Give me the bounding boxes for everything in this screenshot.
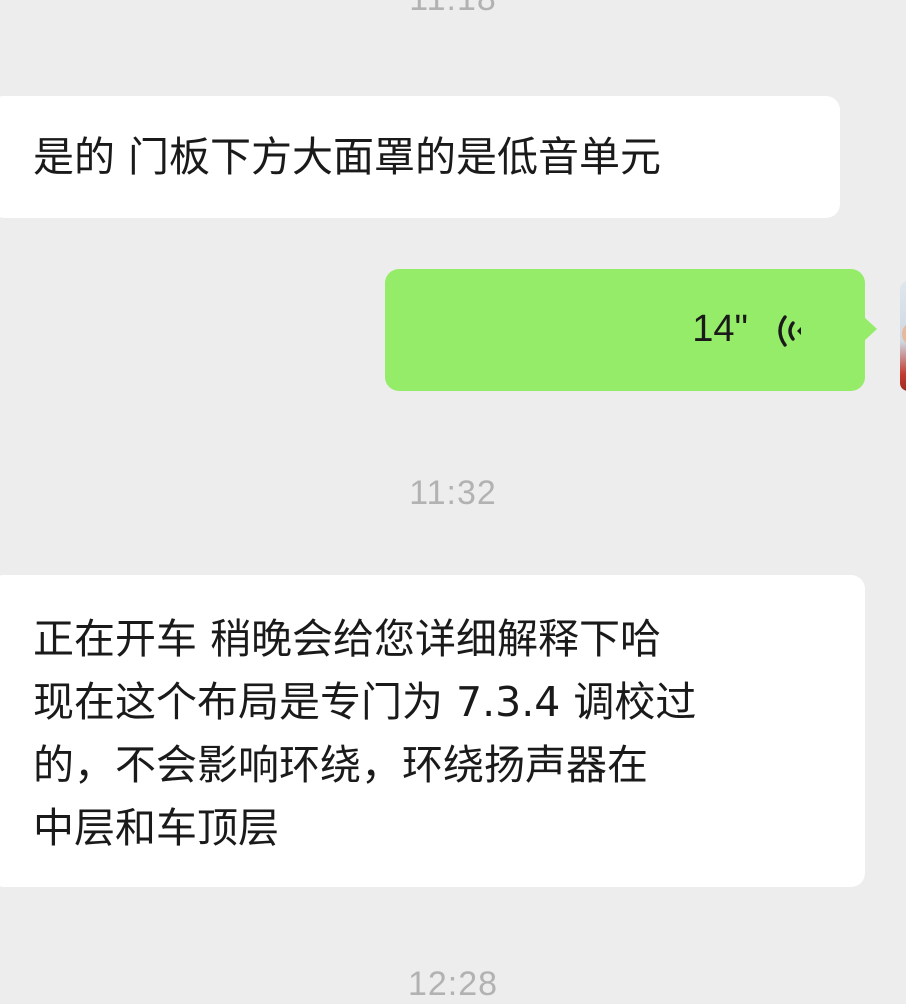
outgoing-voice-message[interactable]: 14" [385,269,877,391]
voice-wave-icon [771,311,811,351]
timestamp: 11:32 [409,474,497,512]
incoming-text-message[interactable]: 正在开车 稍晚会给您详细解释下哈 现在这个布局是专门为 7.3.4 调校过 的，… [0,575,865,887]
chat-message-list[interactable]: 11:18 是的 门板下方大面罩的是低音单元 14" 11:32 正在开车 稍晚… [0,0,906,1003]
timestamp-top: 11:18 [0,0,906,19]
message-line: 中层和车顶层 [33,804,279,852]
voice-duration: 14" [692,308,748,350]
message-text: 是的 门板下方大面罩的是低音单元 [33,133,662,181]
message-line: 正在开车 稍晚会给您详细解释下哈 [33,615,662,663]
incoming-text-message[interactable]: 是的 门板下方大面罩的是低音单元 [0,96,840,218]
avatar[interactable] [900,281,906,391]
bubble-tail [864,317,877,341]
message-line: 的，不会影响环绕，环绕扬声器在 [33,741,648,789]
timestamp-bottom: 12:28 [407,965,499,1003]
message-line: 现在这个布局是专门为 7.3.4 调校过 [33,678,697,726]
